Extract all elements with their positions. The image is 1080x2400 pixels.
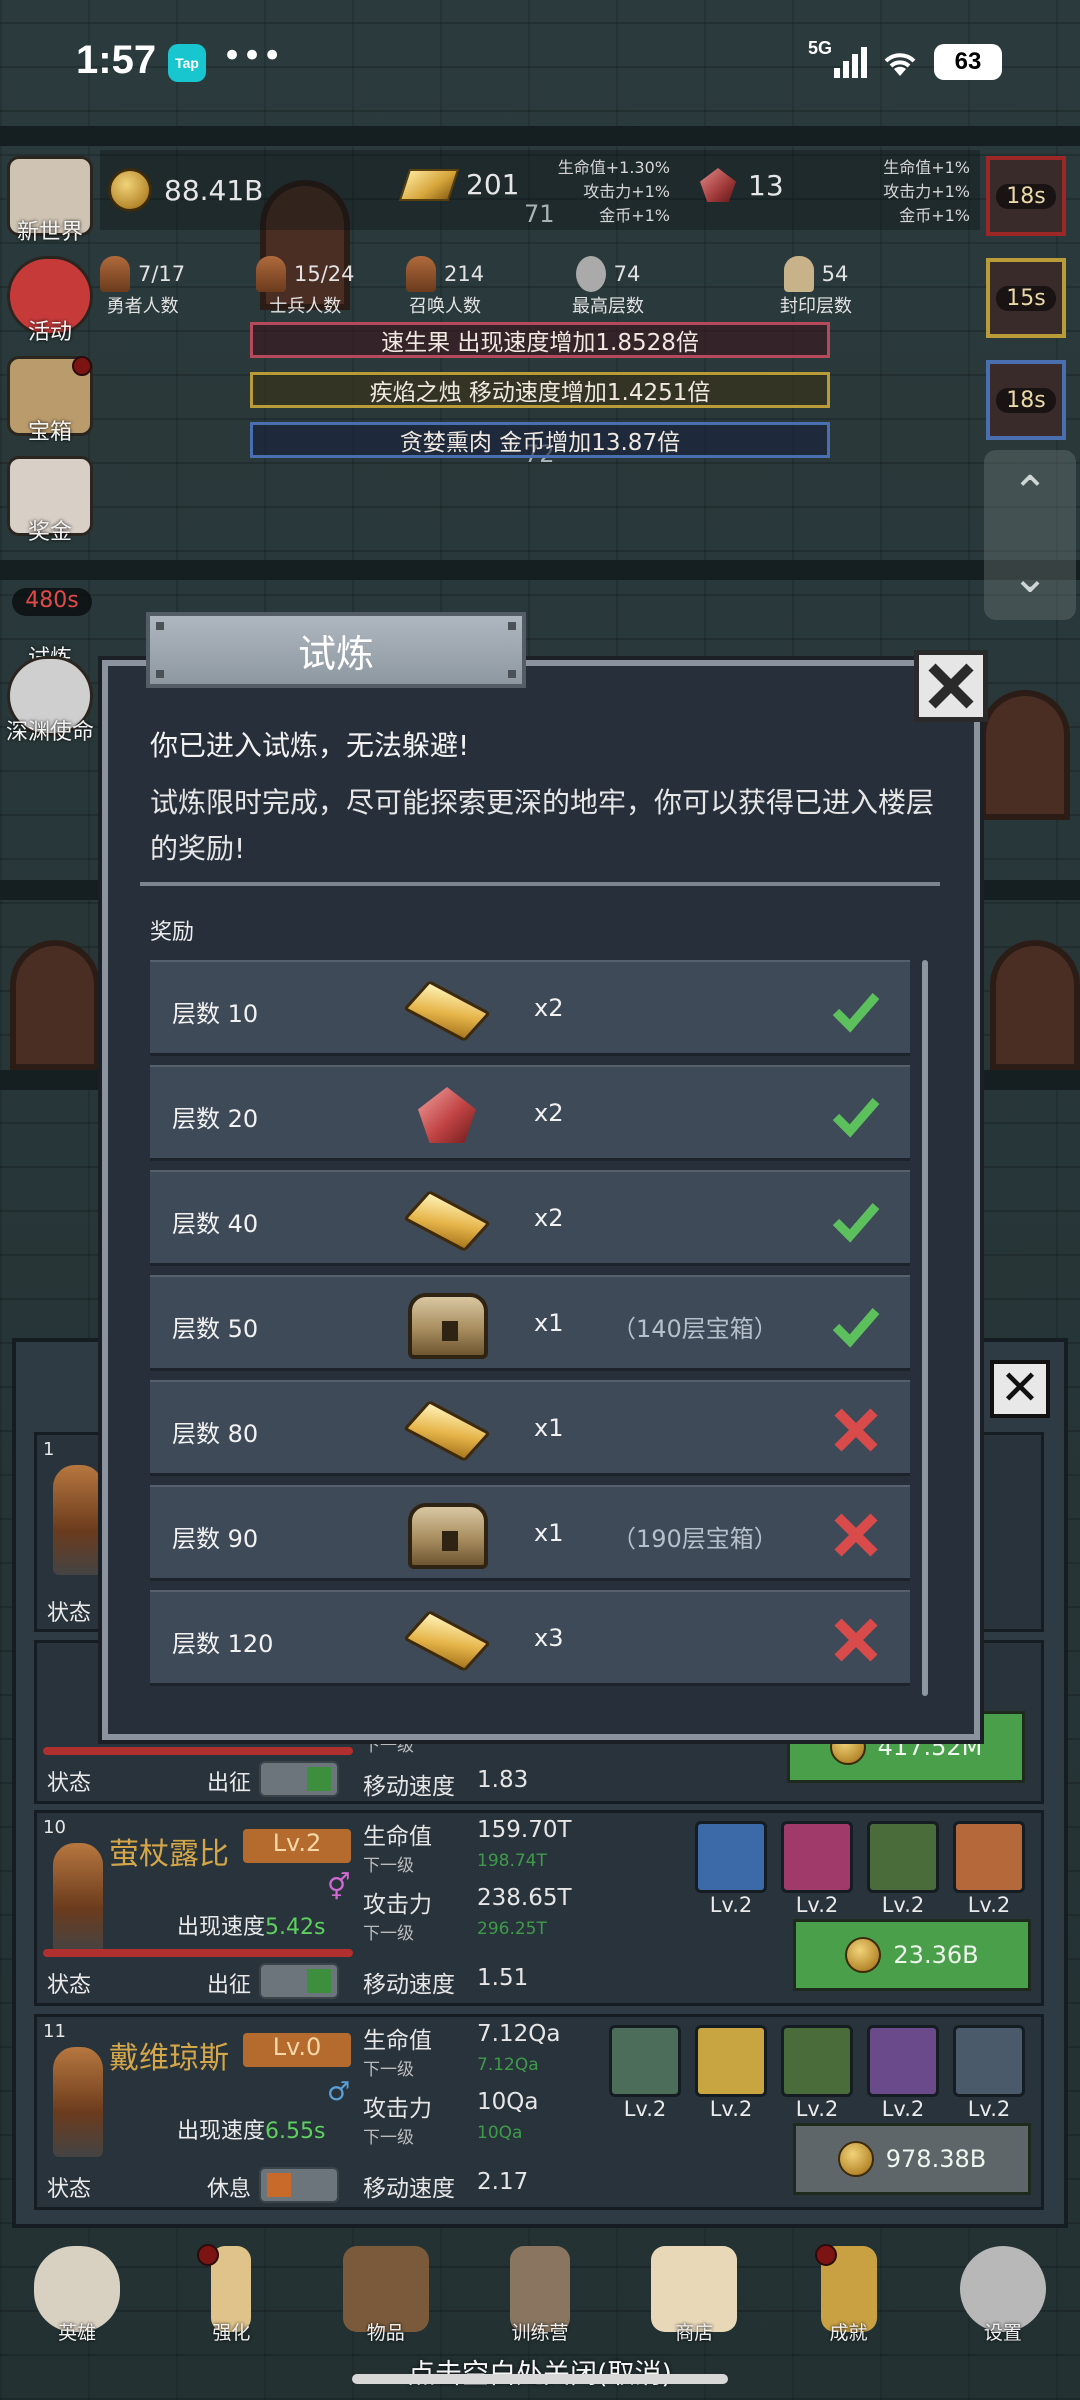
floor-label: 层数 40	[172, 1210, 259, 1238]
reward-qty: x2	[534, 1099, 564, 1127]
check-icon	[832, 993, 880, 1033]
reward-row: 层数 40 x2	[150, 1170, 910, 1266]
rivet	[156, 622, 164, 630]
reward-row: 层数 20 x2	[150, 1065, 910, 1161]
dialog-warning: 你已进入试炼，无法躲避!	[150, 729, 470, 762]
reward-heading: 奖励	[150, 920, 195, 945]
reward-row: 层数 50 x1 （140层宝箱）	[150, 1275, 910, 1371]
divider	[140, 882, 940, 886]
gold-bar-icon	[400, 1606, 492, 1674]
dialog-close-button[interactable]	[914, 650, 988, 722]
reward-scrollbar[interactable]	[922, 960, 928, 1696]
rivet	[508, 670, 516, 678]
gold-bar-icon	[400, 976, 492, 1044]
reward-qty: x2	[534, 1204, 564, 1232]
floor-label: 层数 50	[172, 1315, 259, 1343]
reward-note: （140层宝箱）	[612, 1315, 778, 1343]
cross-icon	[834, 1618, 878, 1662]
reward-row: 层数 80 x1	[150, 1380, 910, 1476]
gold-bar-icon	[400, 1186, 492, 1254]
floor-label: 层数 10	[172, 1000, 259, 1028]
check-icon	[832, 1308, 880, 1348]
reward-list[interactable]: 层数 10 x2 层数 20 x2 层数 40 x2 层数 50 x1 （140…	[150, 960, 910, 1696]
reward-qty: x2	[534, 994, 564, 1022]
dialog-title-text: 试炼	[297, 631, 374, 676]
reward-row: 层数 10 x2	[150, 960, 910, 1056]
reward-qty: x1	[534, 1309, 564, 1337]
dialog-title: 试炼	[146, 612, 526, 688]
cross-icon	[834, 1408, 878, 1452]
check-icon	[832, 1203, 880, 1243]
floor-label: 层数 80	[172, 1420, 259, 1448]
reward-qty: x1	[534, 1414, 564, 1442]
rivet	[508, 622, 516, 630]
chest-icon	[400, 1291, 492, 1359]
reward-note: （190层宝箱）	[612, 1525, 778, 1553]
rivet	[156, 670, 164, 678]
ruby-icon	[400, 1081, 492, 1149]
chest-icon	[400, 1501, 492, 1569]
floor-label: 层数 20	[172, 1105, 259, 1133]
floor-label: 层数 120	[172, 1630, 274, 1658]
check-icon	[832, 1098, 880, 1138]
reward-row: 层数 90 x1 （190层宝箱）	[150, 1485, 910, 1581]
dialog-description: 试炼限时完成，尽可能探索更深的地牢，你可以获得已进入楼层的奖励!	[150, 786, 935, 865]
gold-bar-icon	[400, 1396, 492, 1464]
close-icon	[928, 663, 974, 709]
floor-label: 层数 90	[172, 1525, 259, 1553]
cross-icon	[834, 1513, 878, 1557]
reward-qty: x3	[534, 1624, 564, 1652]
reward-row: 层数 120 x3	[150, 1590, 910, 1686]
reward-qty: x1	[534, 1519, 564, 1547]
